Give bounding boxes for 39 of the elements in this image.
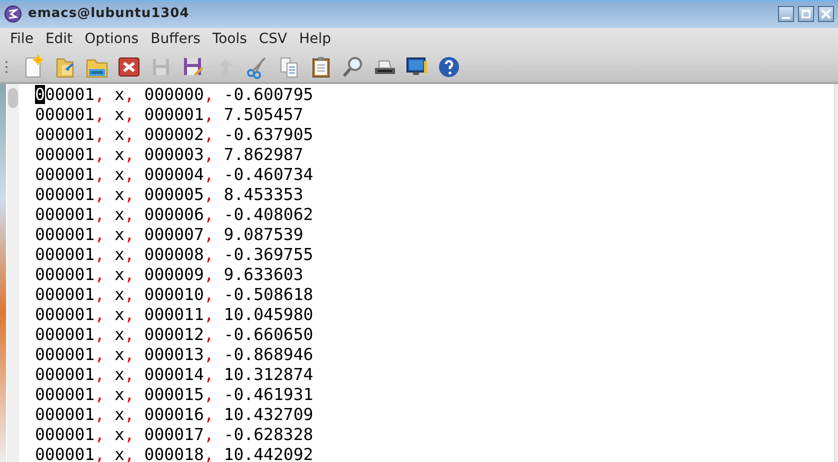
text-line: 000001, x, 000016, 10.432709 [35, 405, 314, 425]
text-line: 000001, x, 000013, -0.868946 [35, 345, 314, 365]
close-icon [819, 7, 833, 21]
menu-item[interactable]: Options [78, 28, 145, 51]
menu-item[interactable]: File [4, 28, 40, 51]
menu-item[interactable]: Edit [39, 28, 79, 51]
menu-item[interactable]: Buffers [144, 28, 206, 51]
minimize-button[interactable] [778, 6, 794, 22]
minimize-icon [782, 17, 790, 19]
text-line: 000001, x, 000006, -0.408062 [35, 205, 314, 225]
search-icon [341, 54, 365, 78]
window-title: emacs@lubuntu1304 [28, 5, 190, 24]
text-line: 000001, x, 000011, 10.045980 [35, 305, 314, 325]
text-line: 000001, x, 000014, 10.312874 [35, 365, 314, 385]
text-line: 000001, x, 000017, -0.628328 [35, 425, 314, 445]
app-icon [4, 5, 22, 23]
maximize-button[interactable] [798, 6, 814, 22]
menu-item[interactable]: CSV [252, 28, 294, 51]
text-line: 000001, x, 000007, 9.087539 [35, 225, 304, 245]
text-line: 000001, x, 000008, -0.369755 [35, 245, 314, 265]
toolbar-grip[interactable] [4, 60, 9, 74]
text-line: 000001, x, 000012, -0.660650 [35, 325, 314, 345]
text-line: 000001, x, 000002, -0.637905 [35, 125, 314, 145]
text-line: 000001, x, 000010, -0.508618 [35, 285, 314, 305]
text-line: 000001, x, 000004, -0.460734 [35, 165, 314, 185]
text-line: 000001, x, 000000, -0.600795 [35, 85, 314, 105]
scrollbar-thumb[interactable] [8, 88, 18, 108]
text-line: 000001, x, 000001, 7.505457 [35, 105, 304, 125]
text-line: 000001, x, 000018, 10.442092 [35, 445, 314, 462]
menu-item[interactable]: Tools [206, 28, 253, 51]
text-line: 000001, x, 000005, 8.453353 [35, 185, 304, 205]
maximize-icon [799, 7, 813, 21]
menu-item[interactable]: Help [293, 28, 338, 51]
text-line: 000001, x, 000003, 7.862987 [35, 145, 304, 165]
help-icon [437, 54, 461, 78]
close-file-icon [117, 54, 141, 78]
close-button[interactable] [818, 6, 834, 22]
text-line: 000001, x, 000015, -0.461931 [35, 385, 314, 405]
text-line: 000001, x, 000009, 9.633603 [35, 265, 304, 285]
